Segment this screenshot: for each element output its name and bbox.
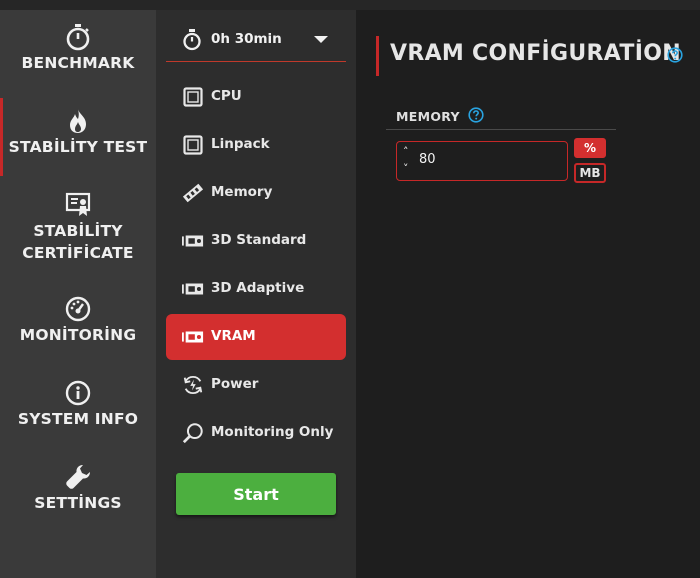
gpu-icon bbox=[182, 278, 204, 300]
nav-benchmark-label: BENCHMARK bbox=[21, 54, 135, 72]
stopwatch-icon bbox=[182, 29, 202, 55]
test-3d-standard-label: 3D Standard bbox=[211, 232, 307, 248]
gpu-icon bbox=[182, 230, 204, 252]
configuration-panel: VRAM CONFİGURATİON MEMORY ˄ ˅ % MB bbox=[356, 10, 700, 578]
nav-system-info[interactable]: SYSTEM INFO bbox=[0, 378, 156, 430]
duration-dropdown[interactable]: 0h 30min bbox=[166, 22, 346, 62]
certificate-icon bbox=[63, 190, 93, 220]
nav-stability-certificate[interactable]: STABİLİTY CERTİFİCATE bbox=[0, 190, 156, 264]
flame-icon bbox=[63, 106, 93, 136]
duration-value: 0h 30min bbox=[211, 31, 282, 47]
power-icon bbox=[182, 374, 204, 396]
gauge-icon bbox=[63, 294, 93, 324]
test-3d-adaptive-label: 3D Adaptive bbox=[211, 280, 305, 296]
test-3d-standard[interactable]: 3D Standard bbox=[166, 218, 346, 264]
test-3d-adaptive[interactable]: 3D Adaptive bbox=[166, 266, 346, 312]
magnifier-icon bbox=[182, 422, 204, 444]
wrench-icon bbox=[63, 462, 93, 492]
nav-settings-label: SETTİNGS bbox=[34, 494, 122, 512]
nav-stability-test[interactable]: STABİLİTY TEST bbox=[0, 98, 156, 176]
nav-benchmark[interactable]: BENCHMARK bbox=[0, 22, 156, 74]
cpu-icon bbox=[182, 86, 204, 108]
nav-system-info-label: SYSTEM INFO bbox=[17, 410, 139, 428]
page-title: VRAM CONFİGURATİON bbox=[390, 41, 681, 66]
test-memory-label: Memory bbox=[211, 184, 273, 200]
test-memory[interactable]: Memory bbox=[166, 170, 346, 216]
chevron-down-icon bbox=[314, 36, 328, 43]
memory-label: MEMORY bbox=[396, 109, 460, 124]
chevron-down-icon[interactable]: ˅ bbox=[403, 162, 409, 175]
test-cpu-label: CPU bbox=[211, 88, 242, 104]
start-button[interactable]: Start bbox=[176, 473, 336, 515]
nav-stability-certificate-label-2: CERTİFİCATE bbox=[22, 244, 134, 262]
unit-mb-button[interactable]: MB bbox=[574, 163, 606, 183]
test-linpack-label: Linpack bbox=[211, 136, 270, 152]
main-navigation: BENCHMARK STABİLİTY TEST STABİLİTY CERTİ… bbox=[0, 10, 156, 578]
info-icon bbox=[63, 378, 93, 408]
nav-stability-certificate-label-1: STABİLİTY bbox=[33, 222, 123, 240]
memory-input[interactable] bbox=[419, 152, 549, 167]
test-power[interactable]: Power bbox=[166, 362, 346, 408]
window-top-bar bbox=[0, 0, 700, 10]
test-monitoring-only-label: Monitoring Only bbox=[211, 424, 334, 440]
stopwatch-icon bbox=[63, 22, 93, 52]
cpu-icon bbox=[182, 134, 204, 156]
nav-settings[interactable]: SETTİNGS bbox=[0, 462, 156, 514]
test-cpu[interactable]: CPU bbox=[166, 74, 346, 120]
memory-stepper: ˄ ˅ bbox=[396, 141, 568, 181]
section-divider bbox=[386, 129, 616, 130]
test-vram-label: VRAM bbox=[211, 328, 256, 344]
gpu-icon bbox=[182, 326, 204, 348]
test-linpack[interactable]: Linpack bbox=[166, 122, 346, 168]
test-power-label: Power bbox=[211, 376, 259, 392]
nav-monitoring-label: MONİTORİNG bbox=[19, 326, 137, 344]
title-accent-bar bbox=[376, 36, 379, 76]
test-selection-panel: 0h 30min CPU Linpack Memory 3D Standard … bbox=[156, 10, 356, 578]
help-icon[interactable] bbox=[667, 47, 683, 67]
test-vram[interactable]: VRAM bbox=[166, 314, 346, 360]
memory-icon bbox=[182, 182, 204, 204]
nav-stability-test-label: STABİLİTY TEST bbox=[8, 138, 148, 156]
help-icon[interactable] bbox=[468, 107, 484, 127]
unit-percent-button[interactable]: % bbox=[574, 138, 606, 158]
nav-monitoring[interactable]: MONİTORİNG bbox=[0, 294, 156, 346]
test-monitoring-only[interactable]: Monitoring Only bbox=[166, 410, 346, 456]
chevron-up-icon[interactable]: ˄ bbox=[403, 145, 409, 158]
